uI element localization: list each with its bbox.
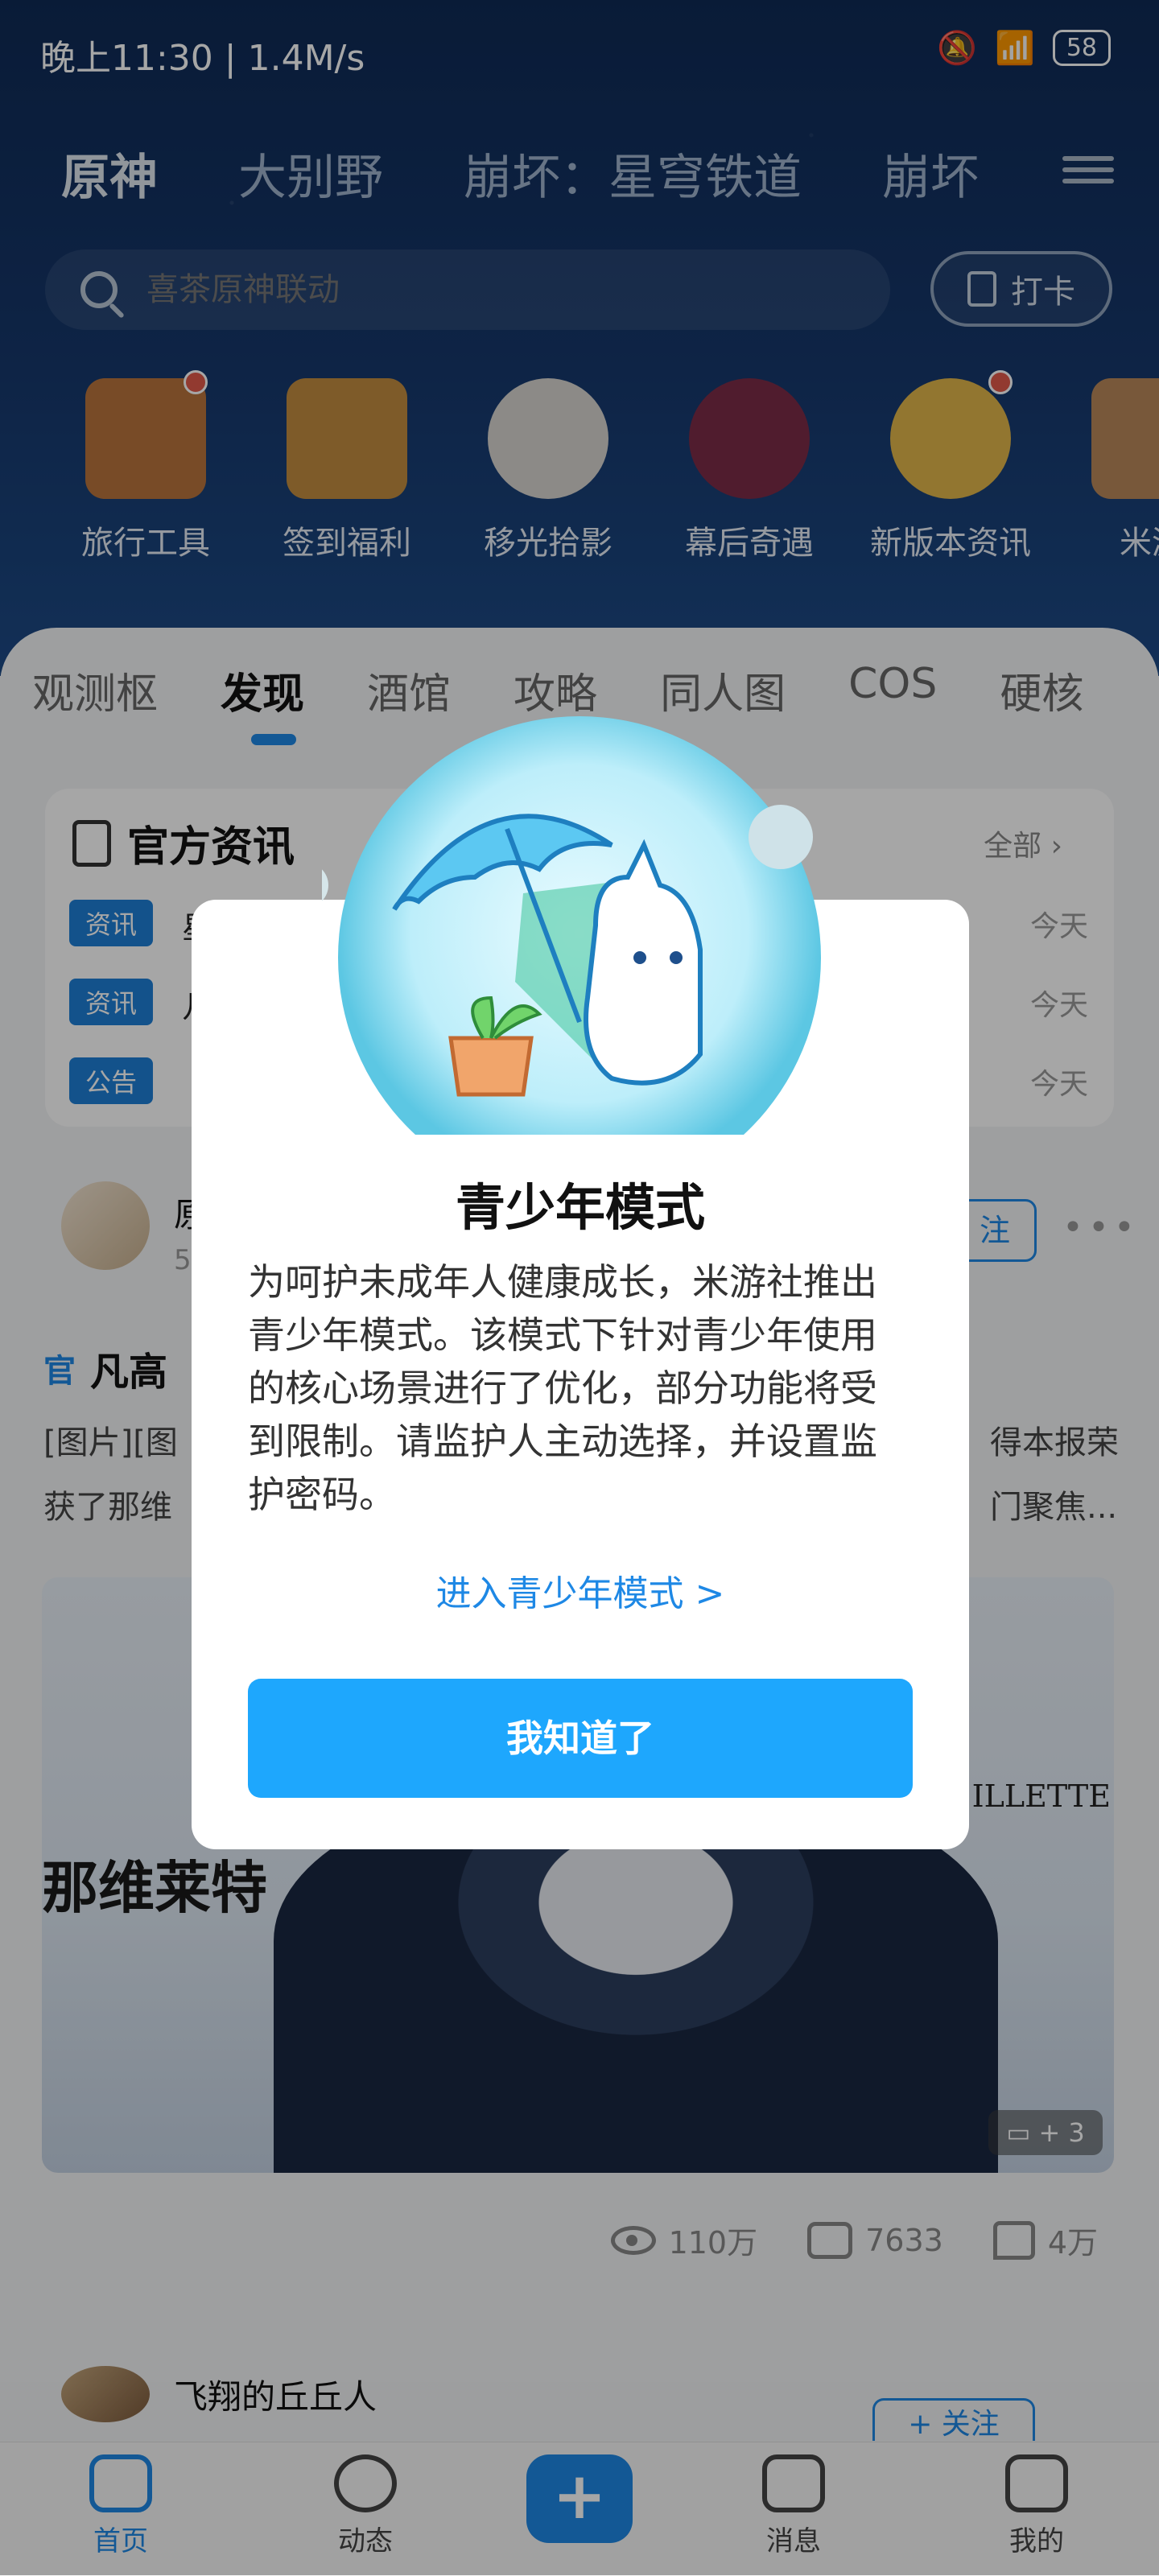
small-bubble: [749, 805, 813, 869]
rabbit-eye: [633, 951, 646, 964]
enter-teen-mode-link[interactable]: 进入青少年模式 >: [192, 1564, 969, 1616]
small-bubble: [322, 869, 328, 901]
umbrella-rabbit-illustration: [322, 716, 821, 1135]
acknowledge-button[interactable]: 我知道了: [248, 1679, 913, 1798]
dialog-body: 为呵护未成年人健康成长，米游社推出青少年模式。该模式下针对青少年使用的核心场景进…: [248, 1260, 877, 1516]
plant-pot-icon: [448, 1036, 534, 1097]
rabbit-eye: [670, 951, 683, 964]
dialog-title: 青少年模式: [455, 1178, 705, 1237]
